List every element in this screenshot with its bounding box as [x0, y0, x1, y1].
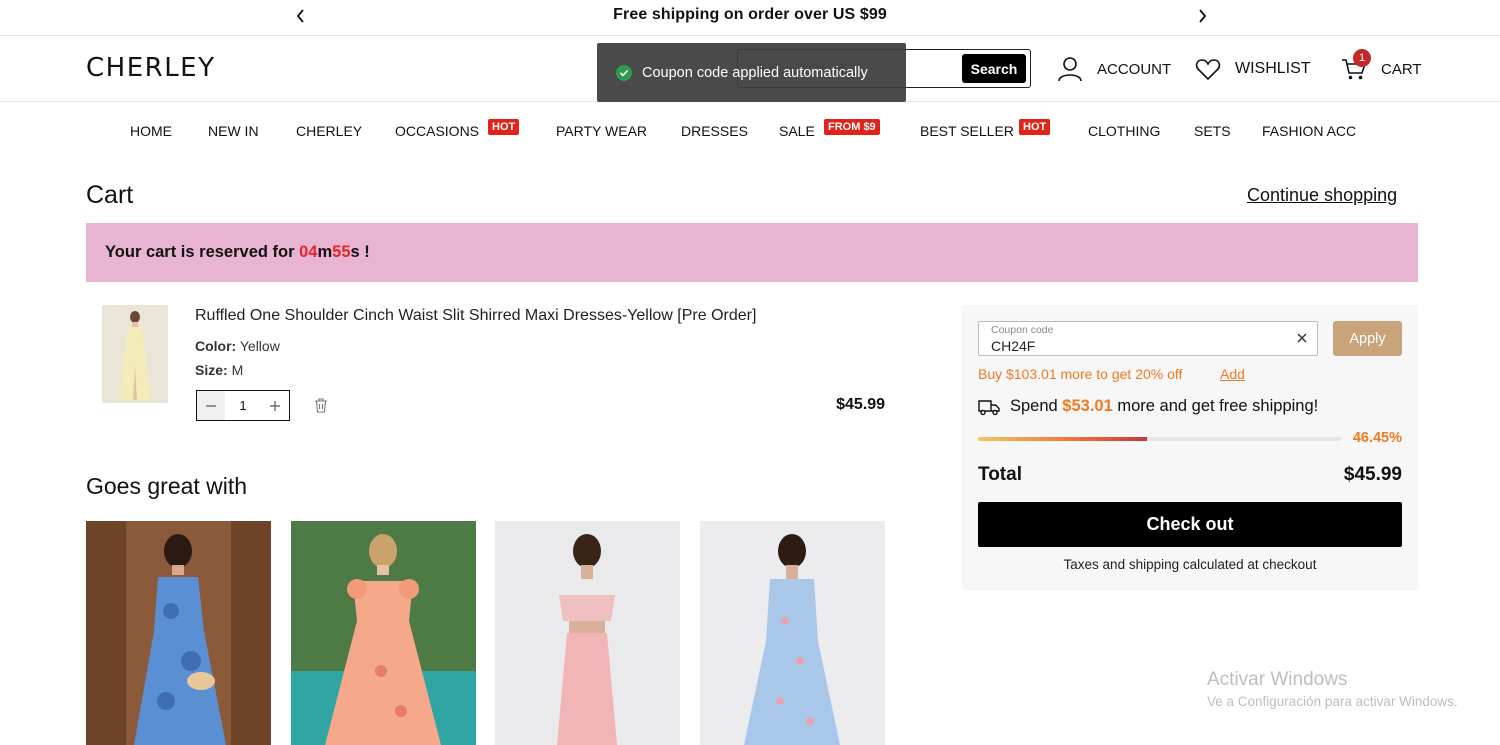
size-value: M [231, 362, 244, 378]
toast-text: Coupon code applied automatically [642, 64, 868, 81]
cart-item-image[interactable] [102, 305, 168, 403]
coupon-input[interactable] [991, 338, 1271, 354]
from-price-badge: FROM $9 [824, 119, 880, 135]
coupon-label: Coupon code [991, 324, 1054, 336]
progress-percent: 46.45% [1352, 430, 1402, 446]
checkout-button[interactable]: Check out [978, 502, 1402, 547]
reserve-suffix: s ! [350, 243, 370, 261]
coupon-toast: Coupon code applied automatically [597, 43, 906, 102]
reserve-seconds: 55 [332, 243, 351, 261]
cart-item-price: $45.99 [836, 396, 885, 413]
cart-item-color: Color: Yellow [195, 338, 280, 354]
announcement-bar: Free shipping on order over US $99 [0, 0, 1500, 36]
account-link[interactable]: ACCOUNT [1057, 55, 1171, 83]
reserve-m: m [317, 243, 333, 261]
cart-link[interactable]: 1 CART [1341, 49, 1422, 83]
quantity-decrease-button[interactable] [197, 391, 225, 420]
progress-fill [978, 437, 1148, 441]
color-label: Color: [195, 338, 237, 354]
site-logo[interactable]: CHERLEY [86, 53, 216, 83]
nav-item-cherley[interactable]: CHERLEY [296, 123, 362, 139]
user-icon [1058, 57, 1082, 82]
wishlist-label: WISHLIST [1235, 60, 1311, 77]
quantity-increase-button[interactable] [261, 391, 289, 420]
close-icon[interactable] [1295, 331, 1309, 345]
recommended-product-card[interactable] [495, 521, 680, 745]
reserve-minutes: 04 [299, 243, 318, 261]
nav-item-party-wear[interactable]: PARTY WEAR [556, 123, 647, 139]
cart-item-title[interactable]: Ruffled One Shoulder Cinch Waist Slit Sh… [195, 307, 756, 325]
taxes-note: Taxes and shipping calculated at checkou… [1063, 557, 1317, 572]
hot-badge: HOT [488, 119, 520, 135]
trash-icon[interactable] [314, 398, 328, 413]
heart-icon [1195, 59, 1221, 81]
nav-item-label: OCCASIONS [395, 123, 480, 139]
checkmark-icon [616, 64, 632, 81]
size-label: Size: [195, 362, 228, 378]
nav-item-dresses[interactable]: DRESSES [681, 123, 748, 139]
hot-badge: HOT [1019, 119, 1051, 135]
quantity-stepper: 1 [196, 390, 290, 421]
cart-reservation-banner: Your cart is reserved for 04 m 55 s ! [86, 223, 1418, 282]
ship-prefix: Spend [1010, 397, 1063, 415]
apply-coupon-button[interactable]: Apply [1333, 321, 1402, 356]
cart-item-size: Size: M [195, 362, 243, 378]
reserve-prefix: Your cart is reserved for [105, 243, 295, 261]
announcement-text: Free shipping on order over US $99 [613, 6, 887, 23]
recommended-product-card[interactable] [700, 521, 885, 745]
nav-item-fashion-acc[interactable]: FASHION ACC [1262, 123, 1356, 139]
wishlist-link[interactable]: WISHLIST [1195, 55, 1311, 83]
account-label: ACCOUNT [1097, 60, 1172, 78]
truck-icon [978, 399, 1000, 415]
nav-item-occasions[interactable]: OCCASIONS HOT [395, 119, 520, 139]
discount-promo-text: Buy $103.01 more to get 20% off [978, 366, 1183, 382]
coupon-field: Coupon code [978, 321, 1318, 356]
search-button[interactable]: Search [962, 54, 1026, 83]
recommended-product-card[interactable] [86, 521, 271, 745]
free-shipping-progress-bar [978, 437, 1342, 441]
ship-suffix: more and get free shipping! [1112, 397, 1319, 415]
color-value: Yellow [239, 338, 280, 354]
total-value: $45.99 [1343, 464, 1402, 485]
windows-activation-title: Activar Windows [1207, 669, 1348, 690]
nav-item-label: SALE [779, 123, 815, 139]
cart-label: CART [1381, 60, 1422, 78]
recommendations-title: Goes great with [86, 473, 248, 499]
nav-item-clothing[interactable]: CLOTHING [1088, 123, 1160, 139]
quantity-value[interactable]: 1 [225, 398, 261, 413]
windows-activation-subtitle: Ve a Configuración para activar Windows. [1207, 694, 1458, 709]
nav-item-new-in[interactable]: NEW IN [208, 123, 259, 139]
plus-icon [270, 400, 280, 411]
order-summary: Coupon code Apply Buy $103.01 more to ge… [962, 305, 1418, 590]
cart-count-badge: 1 [1353, 49, 1371, 67]
recommended-product-card[interactable] [291, 521, 476, 745]
minus-icon [206, 404, 216, 407]
continue-shopping-link[interactable]: Continue shopping [1247, 185, 1397, 206]
page-title: Cart [86, 181, 134, 209]
nav-item-best-seller[interactable]: BEST SELLER HOT [920, 119, 1051, 139]
nav-item-sets[interactable]: SETS [1194, 123, 1231, 139]
ship-amount: $53.01 [1062, 397, 1113, 415]
main-nav: HOME NEW IN CHERLEY OCCASIONS HOT PARTY … [0, 102, 1500, 160]
total-label: Total [978, 464, 1022, 485]
nav-item-label: BEST SELLER [920, 123, 1014, 139]
nav-item-sale[interactable]: SALE FROM $9 [779, 119, 880, 139]
free-shipping-message: Spend $53.01 more and get free shipping! [978, 397, 1318, 416]
announcement-next-arrow-icon[interactable] [1192, 6, 1212, 26]
nav-item-home[interactable]: HOME [130, 123, 172, 139]
promo-add-link[interactable]: Add [1220, 366, 1245, 382]
